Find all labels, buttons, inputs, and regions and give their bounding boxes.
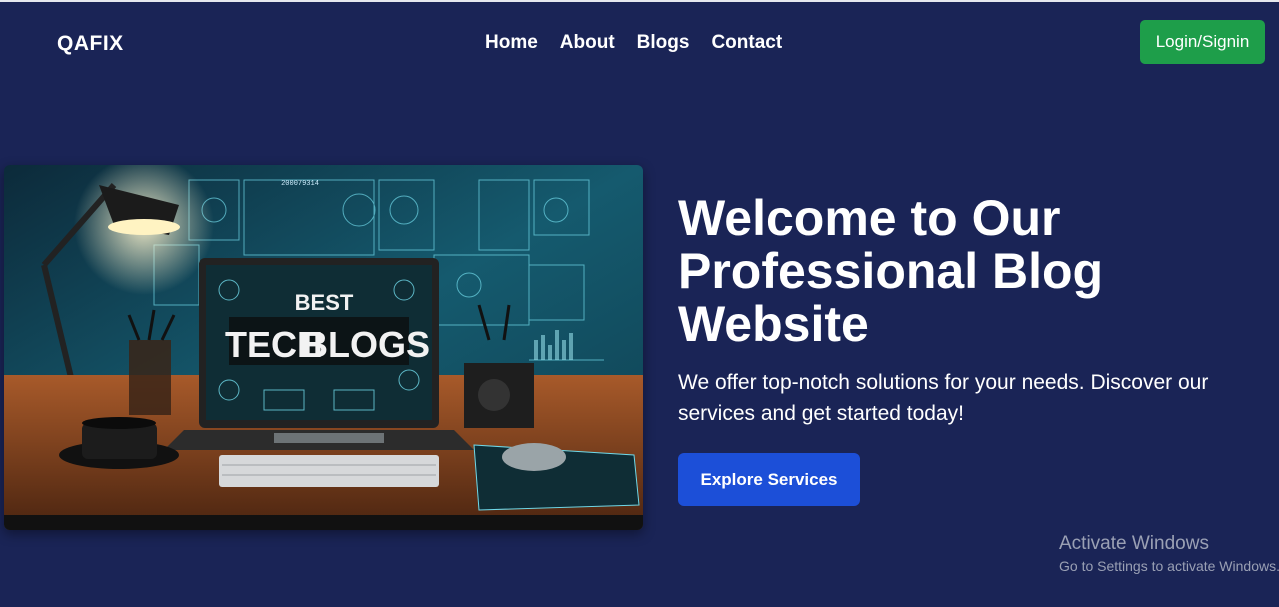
hero-description: We offer top-notch solutions for your ne… [678,371,1209,425]
hero-image: 200079314 BEST TECH BLOGS [4,165,643,530]
image-number: 200079314 [281,180,319,188]
login-signin-button[interactable]: Login/Signin [1140,20,1265,64]
nav-home-link[interactable]: Home [485,32,538,54]
nav-contact-link[interactable]: Contact [711,32,782,54]
nav-about-link[interactable]: About [560,32,615,54]
explore-services-button[interactable]: Explore Services [678,453,860,506]
watermark-subtitle: Go to Settings to activate Windows. [1059,558,1279,574]
windows-activation-watermark: Activate Windows Go to Settings to activ… [1059,532,1279,576]
image-text-blogs: BLOGS [302,324,430,365]
watermark-title: Activate Windows [1059,533,1209,554]
hero-title: Welcome to Our Professional Blog Website [678,190,1104,352]
brand-logo[interactable]: QAFIX [57,32,124,56]
image-text-best: BEST [295,290,354,315]
top-border [0,0,1279,2]
nav-blogs-link[interactable]: Blogs [637,32,690,54]
main-nav: Home About Blogs Contact [485,32,782,54]
